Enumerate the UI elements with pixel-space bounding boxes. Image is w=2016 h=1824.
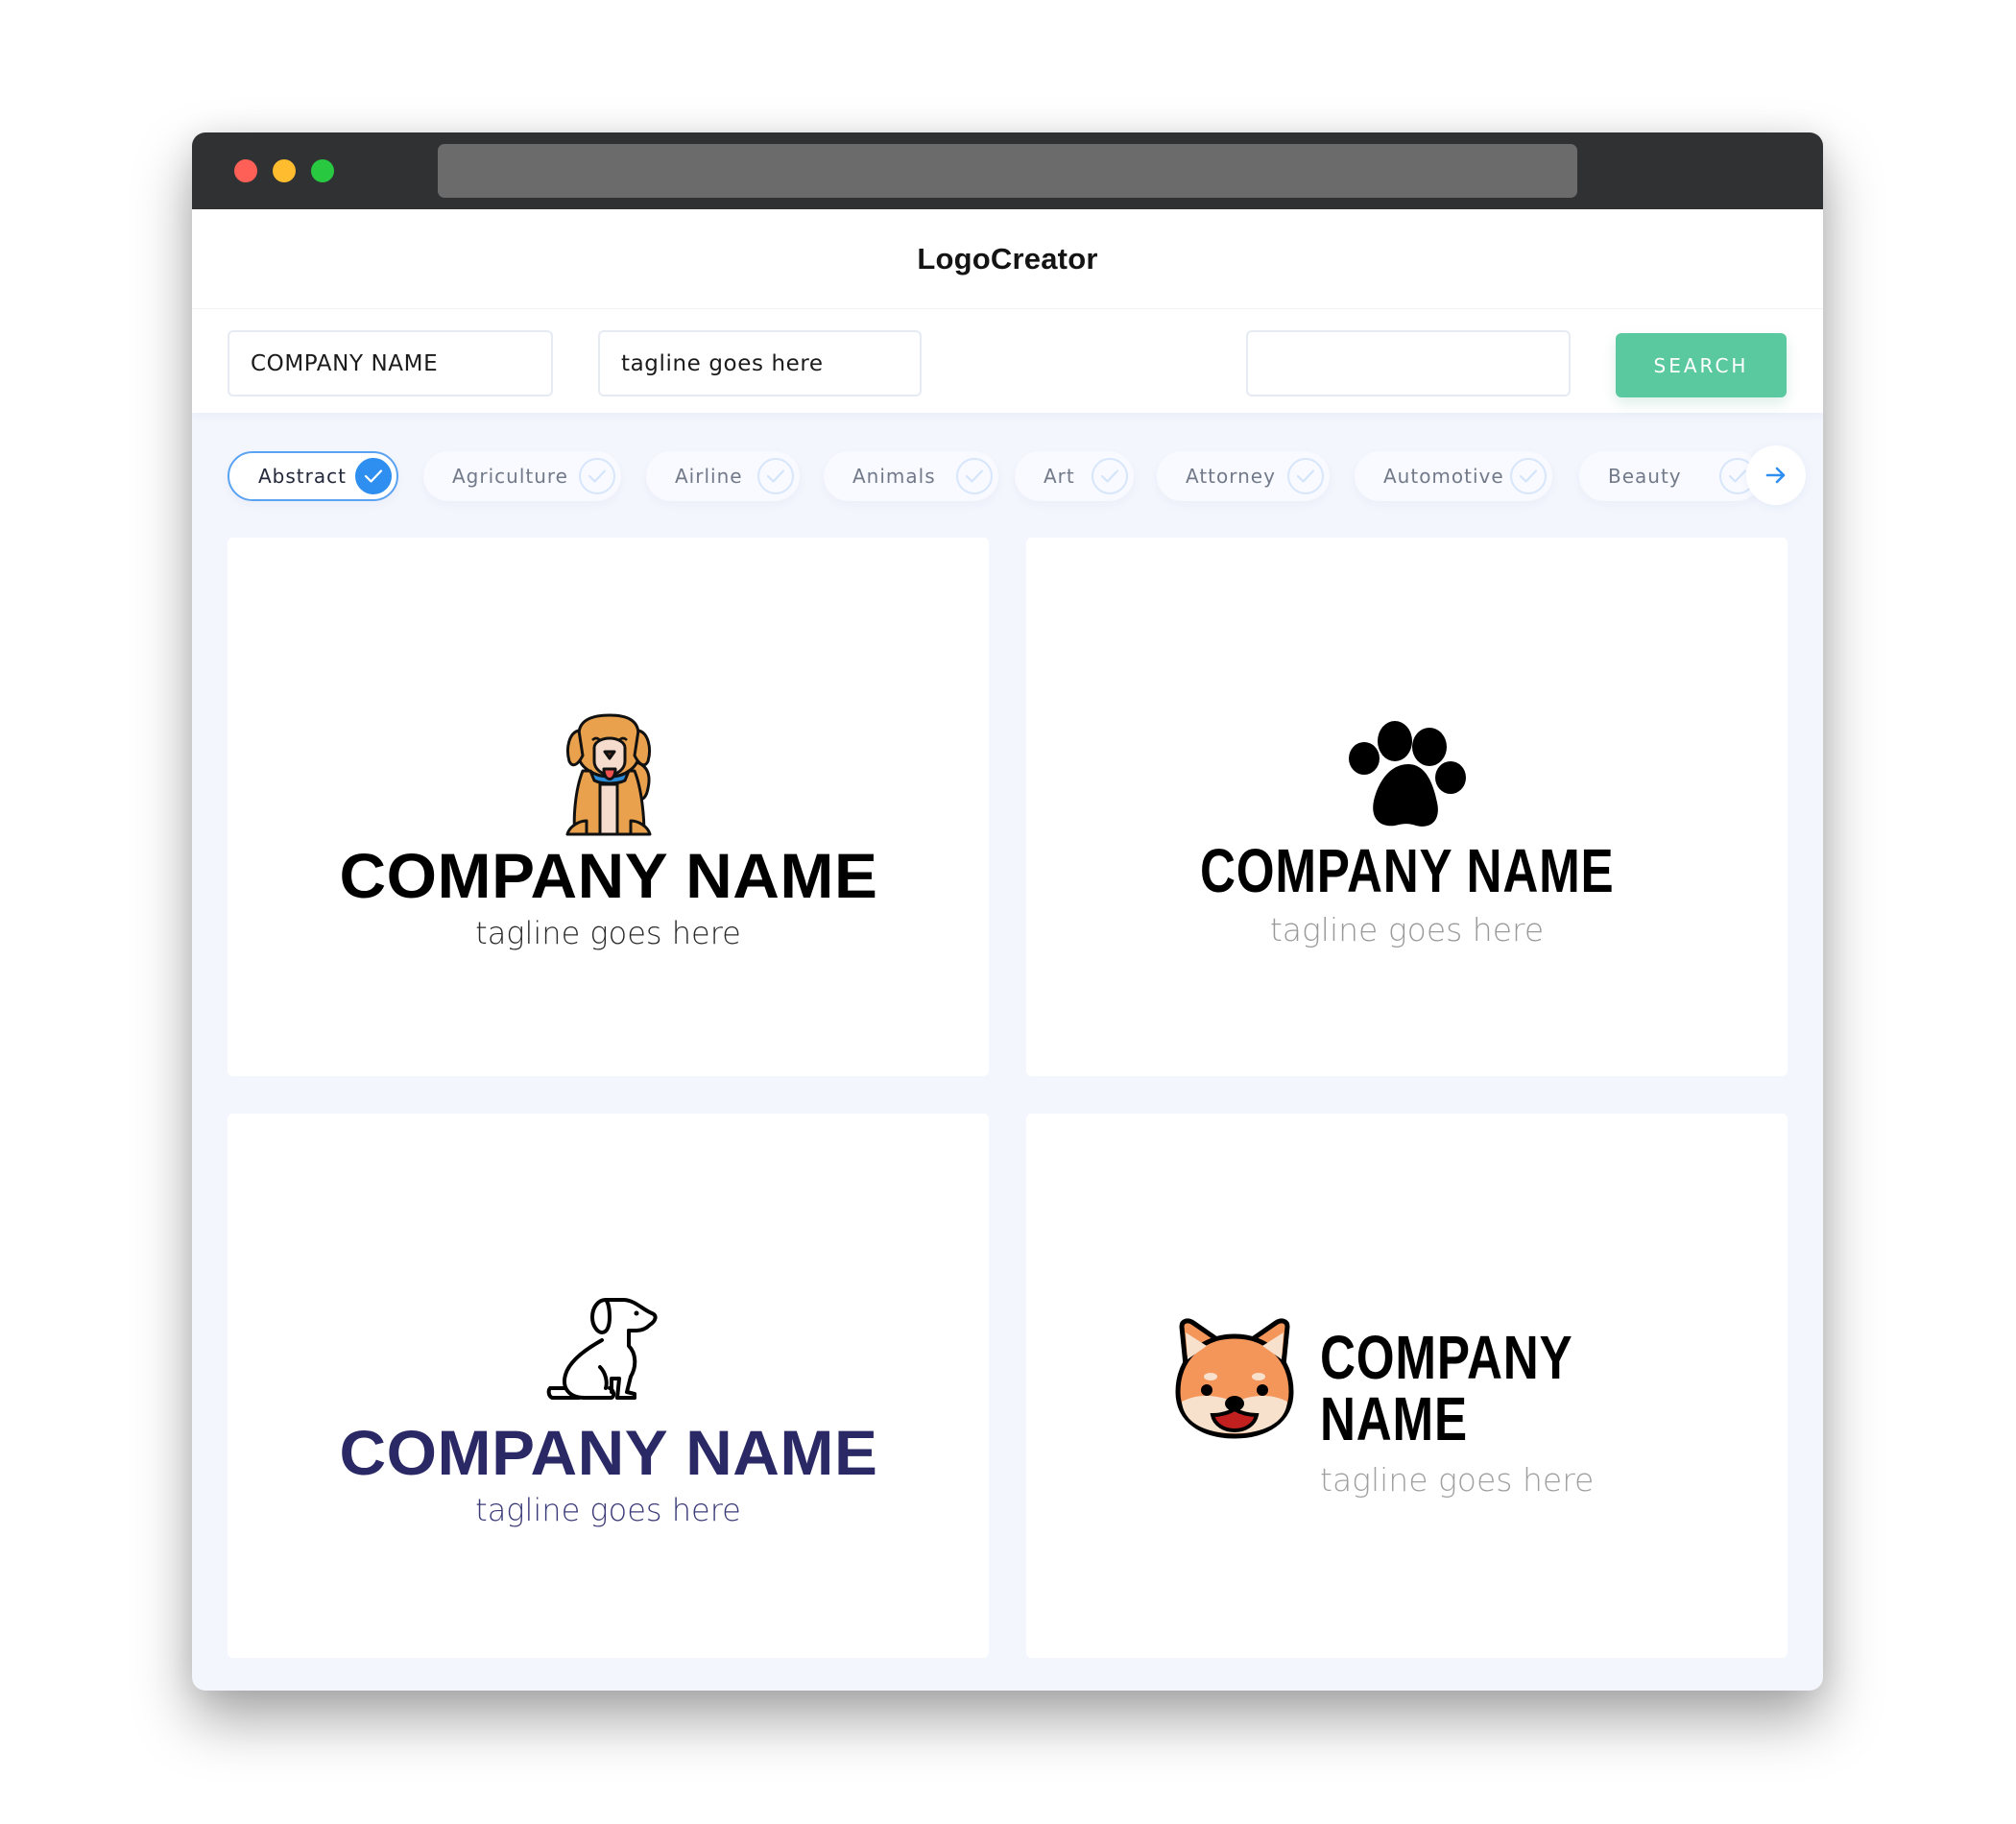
category-label: Animals	[852, 465, 936, 488]
tagline-value: tagline goes here	[621, 350, 824, 376]
logo-tagline: tagline goes here	[475, 1492, 741, 1528]
logo-card[interactable]: COMPANY NAME tagline goes here	[228, 538, 989, 1076]
maximize-window-button[interactable]	[311, 159, 334, 182]
shiba-face-icon	[1175, 1318, 1294, 1439]
app-header: LogoCreator	[192, 209, 1823, 309]
category-label: Art	[1044, 465, 1075, 488]
category-chip-abstract[interactable]: Abstract	[228, 451, 398, 501]
category-label: Abstract	[258, 465, 347, 488]
category-label: Attorney	[1186, 465, 1276, 488]
company-name-value: COMPANY NAME	[251, 350, 439, 376]
check-icon	[956, 458, 993, 494]
company-name-input[interactable]: COMPANY NAME	[228, 330, 553, 396]
category-chip-attorney[interactable]: Attorney	[1157, 451, 1330, 501]
logo-tagline: tagline goes here	[475, 915, 741, 951]
dog-outline-icon	[546, 1298, 658, 1400]
keyword-input[interactable]	[1246, 330, 1571, 396]
logo-company-name: COMPANY NAME	[1320, 1323, 1572, 1453]
category-label: Beauty	[1608, 465, 1682, 488]
logo-tagline: tagline goes here	[1320, 1461, 1595, 1499]
address-bar[interactable]	[438, 144, 1577, 198]
golden-dog-sitting-icon	[565, 713, 651, 836]
title-bar	[192, 132, 1823, 209]
category-label: Airline	[675, 465, 743, 488]
category-label: Agriculture	[452, 465, 568, 488]
logo-tagline: tagline goes here	[1269, 911, 1545, 948]
tagline-input[interactable]: tagline goes here	[598, 330, 922, 396]
app-logo-title[interactable]: LogoCreator	[917, 242, 1097, 276]
logo-card[interactable]: COMPANY NAME tagline goes here	[228, 1114, 989, 1658]
category-label: Automotive	[1383, 465, 1504, 488]
check-icon	[1287, 458, 1324, 494]
category-chip-agriculture[interactable]: Agriculture	[423, 451, 621, 501]
check-icon	[757, 458, 794, 494]
arrow-right-icon	[1765, 467, 1786, 484]
check-icon	[1092, 458, 1128, 494]
category-chip-art[interactable]: Art	[1015, 451, 1134, 501]
logo-company-name: COMPANY NAME	[1199, 836, 1615, 905]
logo-company-name: COMPANY NAME	[339, 1417, 877, 1488]
category-chip-animals[interactable]: Animals	[824, 451, 998, 501]
close-window-button[interactable]	[234, 159, 257, 182]
logo-card[interactable]: COMPANY NAME tagline goes here	[1026, 1114, 1788, 1658]
check-icon	[579, 458, 615, 494]
category-chip-airline[interactable]: Airline	[646, 451, 800, 501]
logo-card[interactable]: COMPANY NAME tagline goes here	[1026, 538, 1788, 1076]
check-icon	[355, 458, 392, 494]
next-categories-button[interactable]	[1746, 445, 1806, 505]
check-icon	[1510, 458, 1547, 494]
paw-print-icon	[1348, 721, 1466, 827]
category-chip-automotive[interactable]: Automotive	[1355, 451, 1552, 501]
logo-company-name: COMPANY NAME	[339, 840, 877, 911]
minimize-window-button[interactable]	[273, 159, 296, 182]
search-button[interactable]: SEARCH	[1616, 333, 1787, 397]
category-filter-bar: Abstract Agriculture Airline Animals Art	[228, 438, 1806, 518]
category-chip-beauty[interactable]: Beauty	[1579, 451, 1762, 501]
browser-window: LogoCreator COMPANY NAME tagline goes he…	[192, 132, 1823, 1691]
search-bar: COMPANY NAME tagline goes here SEARCH	[192, 309, 1823, 413]
